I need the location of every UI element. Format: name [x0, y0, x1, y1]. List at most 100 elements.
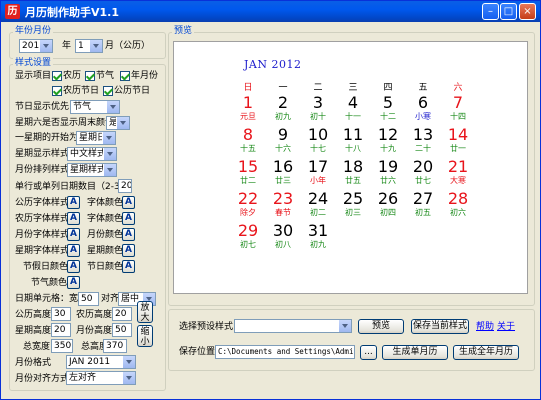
lunar-date: 除夕 — [240, 208, 256, 217]
lunar-date: 十四 — [450, 112, 466, 121]
rows-input[interactable]: 20 — [118, 179, 132, 193]
solar-term-color-label: 节气颜色 — [31, 278, 68, 288]
preset-select[interactable] — [234, 319, 352, 333]
weekday-header: 六 — [453, 83, 463, 93]
day-number: 21 — [447, 157, 469, 176]
weekday-header: 二 — [313, 83, 323, 93]
day-number: 9 — [277, 125, 289, 144]
holiday-off-color-label: 节假日颜色 — [23, 262, 69, 272]
calendar-day-cell: 4 十一 — [335, 94, 371, 124]
lunar-date: 春节 — [275, 208, 291, 217]
month-format-select[interactable]: JAN 2011 — [66, 355, 136, 369]
day-number: 23 — [272, 189, 294, 208]
lunar-date: 元旦 — [240, 112, 256, 121]
calendar-day-cell: 24 初二 — [300, 190, 336, 220]
calendar-day-cell: 21 大寒 — [440, 158, 476, 188]
day-number: 6 — [417, 93, 429, 112]
check-year-month[interactable] — [120, 71, 130, 81]
calendar-day-cell: 15 廿二 — [230, 158, 266, 188]
align-label: 对齐 — [101, 294, 120, 304]
lunar-height-input[interactable]: 20 — [112, 307, 132, 321]
check-solar-holiday[interactable] — [103, 86, 113, 96]
calendar-day-cell: 26 初四 — [370, 190, 406, 220]
week-font-button[interactable]: A — [67, 244, 80, 257]
day-number: 31 — [307, 221, 329, 240]
calendar-day-cell: 25 初三 — [335, 190, 371, 220]
week-start-select[interactable]: 星期日 — [76, 131, 116, 145]
chevron-down-icon — [39, 40, 52, 52]
lunar-date: 初九 — [310, 240, 326, 249]
check-year-month-label: 年月份 — [131, 71, 159, 81]
lunar-font-button[interactable]: A — [67, 212, 80, 225]
calendar-day-cell: 19 廿六 — [370, 158, 406, 188]
check-solar-term[interactable] — [85, 71, 95, 81]
generate-month-button[interactable]: 生成单月历 — [382, 345, 448, 360]
save-style-button[interactable]: 保存当前样式 — [411, 319, 469, 334]
total-width-input[interactable]: 350 — [51, 339, 73, 353]
day-number: 25 — [342, 189, 364, 208]
month-color-button[interactable]: A — [122, 228, 135, 241]
lunar-date: 十二 — [380, 112, 396, 121]
browse-button[interactable]: ... — [360, 345, 377, 360]
month-select[interactable]: 1 — [75, 39, 103, 53]
solar-color-button[interactable]: A — [122, 196, 135, 209]
solar-height-input[interactable]: 30 — [51, 307, 71, 321]
month-font-button[interactable]: A — [67, 228, 80, 241]
total-height-input[interactable]: 370 — [103, 339, 127, 353]
week-height-label: 星期高度 — [15, 326, 52, 336]
year-select[interactable]: 2012 — [19, 39, 53, 53]
calendar-day-cell: 14 廿一 — [440, 126, 476, 156]
lunar-color-button[interactable]: A — [122, 212, 135, 225]
weekend-color-select[interactable]: 是 — [106, 116, 130, 130]
minimize-button[interactable]: – — [482, 3, 499, 20]
day-number: 2 — [277, 93, 289, 112]
title-bar[interactable]: 历 月历制作助手V1.1 – □ × — [1, 1, 540, 22]
preset-label: 选择预设样式 — [179, 322, 234, 332]
holiday-color-button[interactable]: A — [122, 260, 135, 273]
cell-width-input[interactable]: 50 — [78, 292, 99, 306]
calendar-day-cell: 20 廿七 — [405, 158, 441, 188]
holiday-priority-select[interactable]: 节气 — [70, 100, 120, 114]
check-lunar[interactable] — [52, 71, 62, 81]
save-path-input[interactable]: C:\Documents and Settings\Administ — [215, 345, 355, 359]
chevron-down-icon — [122, 372, 135, 384]
check-solar-holiday-label: 公历节日 — [114, 86, 151, 96]
day-number: 22 — [237, 189, 259, 208]
week-display-select[interactable]: 中文样式 — [67, 147, 117, 161]
chevron-down-icon — [103, 164, 116, 176]
maximize-button[interactable]: □ — [500, 3, 517, 20]
generate-year-button[interactable]: 生成全年月历 — [453, 345, 519, 360]
solar-font-button[interactable]: A — [67, 196, 80, 209]
week-display-label: 星期显示样式 — [15, 149, 70, 159]
calendar-day-cell: 9 十六 — [265, 126, 301, 156]
month-align-select[interactable]: 左对齐 — [66, 371, 136, 385]
day-number: 3 — [312, 93, 324, 112]
month-layout-select[interactable]: 星期样式 — [67, 163, 117, 177]
holiday-priority-label: 节日显示优先 — [15, 102, 70, 112]
day-number: 4 — [347, 93, 359, 112]
week-color-button[interactable]: A — [122, 244, 135, 257]
preview-button[interactable]: 预览 — [358, 319, 404, 334]
calendar-day-cell: 10 十七 — [300, 126, 336, 156]
solar-term-color-button[interactable]: A — [67, 276, 80, 289]
chevron-down-icon — [338, 320, 351, 332]
holiday-off-color-button[interactable]: A — [67, 260, 80, 273]
calendar-day-cell: 28 初六 — [440, 190, 476, 220]
calendar-day-cell: 12 十九 — [370, 126, 406, 156]
enlarge-button[interactable]: 放大 — [137, 301, 153, 323]
holiday-color-label: 节日颜色 — [87, 262, 124, 272]
about-link[interactable]: 关于 — [497, 321, 515, 333]
help-link[interactable]: 帮助 — [476, 321, 494, 333]
close-button[interactable]: × — [519, 3, 536, 20]
solar-color-label: 字体颜色 — [87, 198, 124, 208]
month-height-input[interactable]: 50 — [112, 323, 132, 337]
check-lunar-holiday[interactable] — [52, 86, 62, 96]
day-number: 10 — [307, 125, 329, 144]
shrink-button[interactable]: 缩小 — [137, 325, 153, 347]
calendar-month-title: JAN 2012 — [244, 58, 302, 71]
day-number: 13 — [412, 125, 434, 144]
day-number: 20 — [412, 157, 434, 176]
week-height-input[interactable]: 20 — [51, 323, 71, 337]
calendar-day-cell: 18 廿五 — [335, 158, 371, 188]
calendar-day-cell: 6 小寒 — [405, 94, 441, 124]
